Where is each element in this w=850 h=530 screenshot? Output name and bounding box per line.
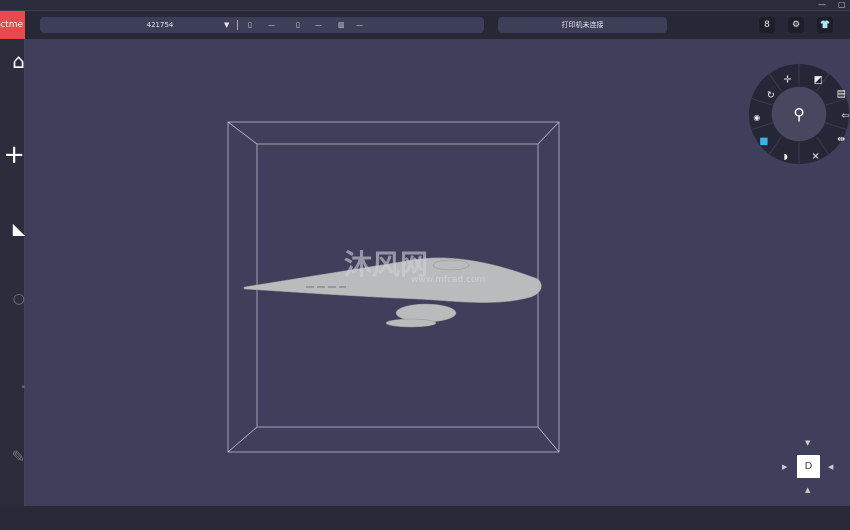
shirt-button[interactable]: 👕 [817,17,833,33]
paint-icon[interactable]: ◗ [784,152,788,161]
cube-icon[interactable]: ■ [759,136,768,147]
mirror-icon[interactable]: ⇹ [837,134,845,145]
chevron-down-icon[interactable]: ▼ [224,17,229,33]
tools-icon[interactable]: ✎ [0,447,25,466]
search-icon[interactable]: ○ [0,291,25,307]
minimize-button[interactable]: — [818,0,826,10]
logo[interactable]: ctme [0,11,25,39]
view-right-arrow[interactable]: ▶ [782,463,787,471]
divider [237,20,238,30]
printer-name: 421754 [146,21,174,29]
edit-icon[interactable]: ◣ [0,219,25,238]
view-left-arrow[interactable]: ◀ [828,463,833,471]
view-down-arrow[interactable]: ▼ [805,439,810,447]
eye-icon[interactable]: ◉ [753,113,760,122]
sidebar: ⌂ + ◣ ○ ▪ ✎ [0,39,25,506]
watermark-url: www.mfcad.com [411,275,485,285]
build-volume: 沐风网 www.mfcad.com [227,121,560,453]
view-up-arrow[interactable]: ▲ [805,486,810,494]
top-toolbar: ctme 421754 ▼ ▯ — ▯ — ▥ — 打印机未连接 8 ⚙ 👕 [0,11,850,39]
nozzle1-temp: — [268,21,275,29]
connection-status[interactable]: 打印机未连接 [498,17,667,33]
scale-icon[interactable]: ◩ [814,74,823,85]
printer-select[interactable]: 421754 ▼ ▯ — ▯ — ▥ — [40,17,484,33]
radial-tool-menu: ⚲ ✛ ◩ ▤ ⇦ ⇹ ✕ ◗ ■ ◉ ↻ [748,63,850,165]
view-cube: ▼ ▶ ◀ ▲ D [780,438,840,498]
restore-button[interactable]: ▢ [838,0,846,10]
home-icon[interactable]: ⌂ [0,49,25,73]
move-icon[interactable]: ✛ [784,74,792,85]
ruler-icon[interactable]: ▪ [0,384,25,390]
account-button[interactable]: 8 [759,17,775,33]
nozzle2-icon: ▯ [296,21,300,29]
bottom-bar [0,506,850,530]
nozzle1-icon: ▯ [248,21,252,29]
bed-temp: — [356,21,363,29]
undo-icon[interactable]: ⇦ [842,110,850,121]
add-icon[interactable]: + [0,142,25,168]
support-paint-icon: ⚲ [793,104,805,123]
nozzle2-temp: — [315,21,322,29]
fit-icon[interactable]: ✕ [812,152,820,163]
3d-viewport[interactable]: 沐风网 www.mfcad.com [26,39,850,506]
rotate-icon[interactable]: ↻ [767,90,775,101]
title-bar: — ▢ [0,0,850,11]
layers-icon[interactable]: ▤ [837,88,846,99]
view-cube-face[interactable]: D [797,455,820,478]
settings-button[interactable]: ⚙ [788,17,804,33]
bed-icon: ▥ [338,21,345,29]
